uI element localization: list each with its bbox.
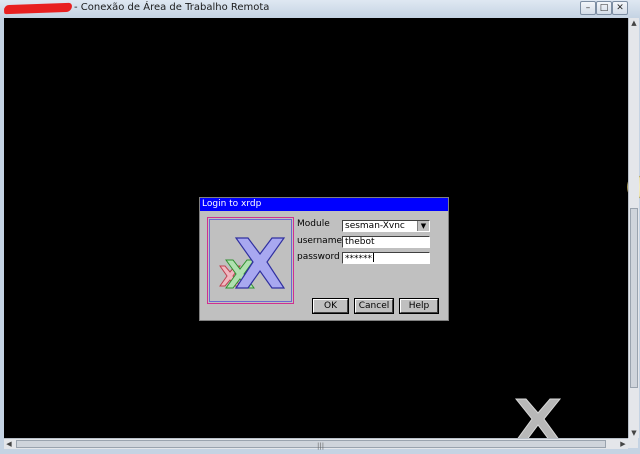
maximize-button[interactable]: □ bbox=[596, 1, 612, 15]
xrdp-logo-frame bbox=[207, 217, 294, 304]
dropdown-arrow-icon[interactable]: ▼ bbox=[417, 221, 429, 231]
password-value: ****** bbox=[345, 254, 372, 264]
xrdp-login-dialog: Login to xrdp Module sesman-Xvnc ▼ usern… bbox=[199, 197, 449, 321]
module-label: Module bbox=[297, 219, 330, 229]
username-value: thebot bbox=[345, 237, 375, 247]
window-title: - Conexão de Área de Trabalho Remota bbox=[74, 2, 270, 13]
username-label: username bbox=[297, 236, 342, 246]
scroll-grip-icon: ||| bbox=[317, 442, 325, 450]
horizontal-scroll-thumb[interactable]: ||| bbox=[16, 440, 606, 450]
scrollbar-corner bbox=[628, 438, 638, 448]
username-field[interactable]: thebot bbox=[342, 236, 430, 248]
redacted-title-mark bbox=[3, 2, 73, 15]
scroll-right-icon[interactable]: ▶ bbox=[618, 439, 628, 449]
password-label: password bbox=[297, 252, 340, 262]
module-select[interactable]: sesman-Xvnc ▼ bbox=[342, 220, 430, 232]
vertical-scroll-thumb[interactable] bbox=[630, 208, 638, 388]
window-titlebar[interactable]: - Conexão de Área de Trabalho Remota – □… bbox=[0, 0, 640, 18]
close-button[interactable]: ✕ bbox=[612, 1, 628, 15]
help-button[interactable]: Help bbox=[399, 298, 439, 314]
scroll-down-icon[interactable]: ▼ bbox=[629, 428, 639, 438]
dialog-title[interactable]: Login to xrdp bbox=[200, 198, 448, 211]
scroll-left-icon[interactable]: ◀ bbox=[4, 439, 14, 449]
module-select-value: sesman-Xvnc bbox=[345, 221, 405, 231]
ok-button[interactable]: OK bbox=[312, 298, 349, 314]
minimize-button[interactable]: – bbox=[580, 1, 596, 15]
cancel-button[interactable]: Cancel bbox=[354, 298, 394, 314]
horizontal-scrollbar[interactable]: ◀ ||| ▶ bbox=[4, 438, 628, 450]
scroll-up-icon[interactable]: ▲ bbox=[629, 18, 639, 28]
vertical-scrollbar[interactable]: ▲ ▼ bbox=[628, 18, 639, 438]
xrdp-logo-icon bbox=[209, 219, 292, 302]
background-x-logo-icon bbox=[510, 395, 566, 438]
password-field[interactable]: ****** bbox=[342, 252, 430, 264]
text-caret bbox=[373, 253, 374, 262]
